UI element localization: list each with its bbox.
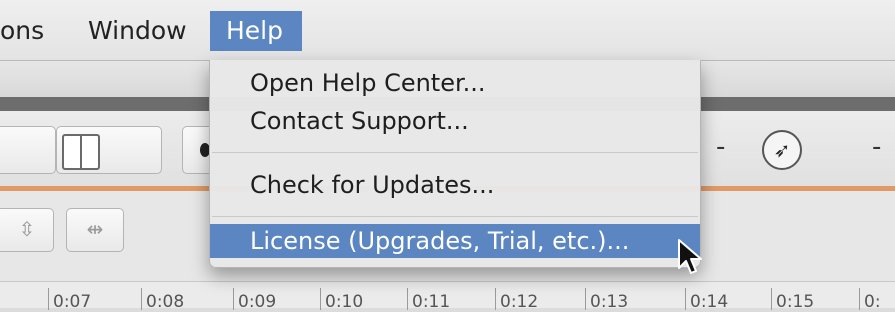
align-vertical-icon: ⇳ (18, 217, 36, 241)
timeline-tick: 0:15 (770, 288, 815, 312)
navigate-arrow-icon[interactable]: ➶ (762, 130, 802, 170)
menu-bar: ons Window Help (0, 0, 895, 61)
menu-separator (212, 216, 698, 217)
toolbar-dash-left: - (716, 132, 726, 162)
timeline-tick: 0:11 (406, 288, 451, 312)
timeline-tick: 0:10 (319, 288, 364, 312)
timeline-tick: 0:08 (140, 288, 185, 312)
timeline-tick: 0:14 (684, 288, 729, 312)
menu-item-license[interactable]: License (Upgrades, Trial, etc.)... (210, 224, 700, 258)
toolbar-dash-right: - (872, 132, 882, 162)
menubar-item-help[interactable]: Help (210, 11, 302, 51)
menu-item-check-for-updates[interactable]: Check for Updates... (210, 168, 700, 202)
align-horizontal-icon: ⇹ (86, 217, 104, 241)
mouse-cursor-icon (678, 239, 702, 274)
timeline-tick: 0:07 (47, 288, 92, 312)
timeline-ruler[interactable]: 0:07 0:08 0:09 0:10 0:11 0:12 0:13 0:14 … (0, 281, 895, 312)
help-menu: Open Help Center... Contact Support... C… (209, 60, 701, 268)
timeline-tick: 0:13 (584, 288, 629, 312)
split-view-icon (62, 134, 100, 170)
timeline-tick: 0:09 (232, 288, 277, 312)
menubar-item-options[interactable]: ons (0, 11, 44, 51)
menubar-item-window[interactable]: Window (88, 11, 187, 51)
toolbar-segment-left[interactable] (0, 126, 56, 174)
menu-separator (212, 152, 698, 153)
timeline-tick: 0:12 (494, 288, 539, 312)
menu-item-contact-support[interactable]: Contact Support... (210, 104, 700, 138)
timeline-tick: 0: (859, 288, 881, 312)
menu-item-open-help-center[interactable]: Open Help Center... (210, 66, 700, 100)
